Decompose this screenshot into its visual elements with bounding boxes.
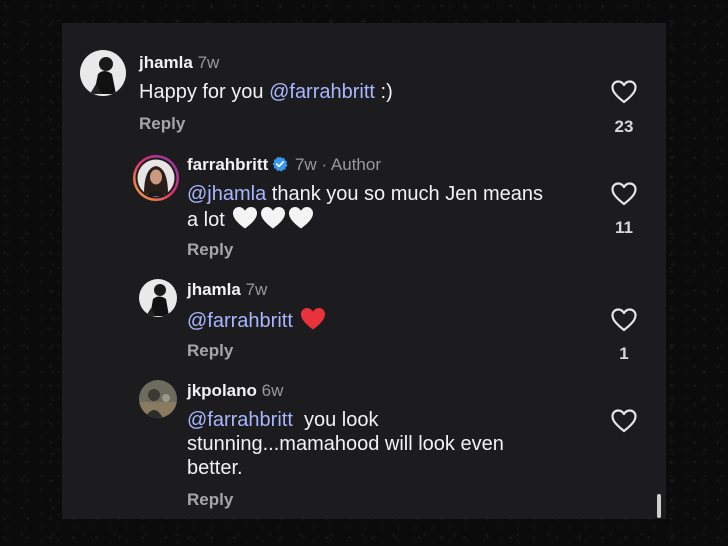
username[interactable]: farrahbritt [187,155,268,174]
comment-text-part: :) [374,81,393,103]
white-heart-emoji-icon [289,207,314,229]
avatar[interactable] [132,154,180,202]
scrollbar[interactable] [657,494,661,518]
red-heart-emoji-icon [301,308,326,330]
comment-text-part: thank you so much Jen means [266,183,544,205]
comment-text: Happy for you @farrahbritt :) [139,80,393,104]
timestamp: 7w [197,53,220,72]
comment-header: jhamla 7w [139,53,219,73]
mention-link[interactable]: @farrahbritt [187,409,293,431]
timestamp: 7w [294,155,317,174]
reply-button[interactable]: Reply [187,490,233,510]
comment-text-part: stunning...mamahood will look even [187,433,504,455]
heart-outline-icon [611,308,637,332]
timestamp: 7w [245,280,268,299]
mention-link[interactable]: @farrahbritt [187,310,293,332]
like-button[interactable] [610,409,638,433]
comment-text-part: better. [187,457,243,479]
reply-button[interactable]: Reply [139,114,185,134]
separator: · [321,155,328,174]
comment-text: @farrahbritt you look stunning...mamahoo… [187,408,504,480]
comment-text-part: you look [292,409,379,431]
like-count: 23 [614,117,634,136]
username[interactable]: jhamla [187,280,241,299]
comment-text: @jhamla thank you so much Jen means a lo… [187,182,543,232]
white-heart-emoji-icon [261,207,286,229]
comments-panel: jhamla 7w Happy for you @farrahbritt :) … [62,23,666,519]
white-heart-emoji-icon [233,207,258,229]
username[interactable]: jhamla [139,53,193,72]
like-count: 11 [615,218,633,237]
mention-link[interactable]: @jhamla [187,183,266,205]
reply-button[interactable]: Reply [187,240,233,260]
comment-text-part: a lot [187,209,225,231]
author-label: Author [330,155,381,174]
verified-badge-icon [272,156,288,177]
heart-outline-icon [611,409,637,433]
like-button[interactable] [610,182,638,206]
heart-outline-icon [611,182,637,206]
like-count: 1 [619,344,629,363]
avatar[interactable] [139,279,177,317]
timestamp: 6w [261,381,284,400]
username[interactable]: jkpolano [187,381,257,400]
avatar[interactable] [139,380,177,418]
comment-header: jkpolano 6w [187,381,283,401]
like-button[interactable] [610,80,638,104]
comment-header: farrahbritt 7w · Author [187,155,381,177]
avatar[interactable] [80,50,126,96]
comment-header: jhamla 7w [187,280,267,300]
mention-link[interactable]: @farrahbritt [269,81,375,103]
comment-text: @farrahbritt [187,307,326,333]
comment-text-part: Happy for you [139,81,264,103]
heart-outline-icon [611,80,637,104]
reply-button[interactable]: Reply [187,341,233,361]
like-button[interactable] [610,308,638,332]
